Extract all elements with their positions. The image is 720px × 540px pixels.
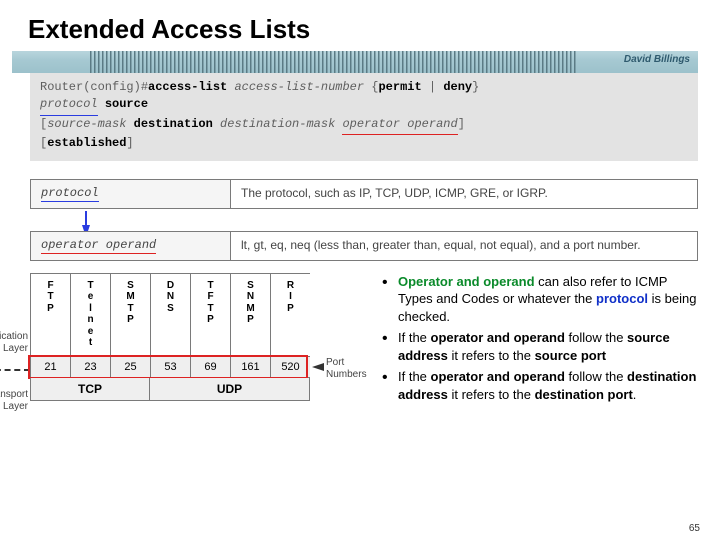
col-hdr: S N M P — [244, 274, 256, 356]
ports-col: T F T P 69 — [190, 273, 230, 378]
ports-col: S M T P 25 — [110, 273, 150, 378]
page-number: 65 — [689, 523, 700, 534]
ports-col: R I P 520 — [270, 273, 310, 378]
syntax-line-3: [source-mask destination destination-mas… — [40, 116, 688, 135]
dashed-divider — [0, 369, 30, 371]
operator-desc: lt, gt, eq, neq (less than, greater than… — [230, 231, 698, 261]
port-num: 69 — [191, 356, 230, 377]
col-hdr: R I P — [285, 274, 296, 356]
title-divider: David Billings — [12, 51, 698, 73]
udp-label: UDP — [150, 378, 310, 401]
tcp-label: TCP — [30, 378, 150, 401]
app-layer-label: Application Layer — [0, 331, 28, 355]
port-num: 25 — [111, 356, 150, 377]
ports-col: T e l n e t 23 — [70, 273, 110, 378]
port-num: 520 — [271, 356, 310, 377]
ports-col: D N S 53 — [150, 273, 190, 378]
syntax-panel: Router(config)#access-list access-list-n… — [30, 73, 698, 161]
trans-layer-label: Transport Layer — [0, 389, 28, 413]
port-num: 23 — [71, 356, 110, 377]
arrow-left-icon — [312, 363, 324, 371]
port-num: 161 — [231, 356, 270, 377]
lower-section: Application Layer Transport Layer F T P … — [30, 273, 704, 408]
bullet-list: Operator and operand can also refer to I… — [380, 273, 704, 408]
port-num: 53 — [151, 356, 190, 377]
ports-panel: Application Layer Transport Layer F T P … — [30, 273, 370, 401]
protocol-desc: The protocol, such as IP, TCP, UDP, ICMP… — [230, 179, 698, 209]
divider-stripes — [90, 51, 578, 73]
syntax-line-2: protocol source — [40, 96, 688, 115]
ports-col: S N M P 161 — [230, 273, 270, 378]
col-hdr: T F T P — [205, 274, 216, 356]
bullet-3: If the operator and operand follow the d… — [398, 368, 704, 403]
bullet-2: If the operator and operand follow the s… — [398, 329, 704, 364]
col-hdr: S M T P — [124, 274, 136, 356]
col-hdr: D N S — [165, 274, 176, 356]
slide-title: Extended Access Lists — [0, 0, 720, 51]
bullet-1: Operator and operand can also refer to I… — [398, 273, 704, 326]
protocol-term: protocol — [30, 179, 230, 209]
protocol-info-row: protocol The protocol, such as IP, TCP, … — [30, 179, 698, 209]
ports-col: F T P 21 — [30, 273, 70, 378]
author-label: David Billings — [624, 54, 690, 65]
proto-row: TCP UDP — [30, 378, 370, 401]
col-hdr: T e l n e t — [85, 274, 95, 356]
port-num: 21 — [31, 356, 70, 377]
col-hdr: F T P — [45, 274, 56, 356]
syntax-line-4: [established] — [40, 135, 688, 152]
operator-info-row: operator operand lt, gt, eq, neq (less t… — [30, 231, 698, 261]
operator-term: operator operand — [30, 231, 230, 261]
syntax-line-1: Router(config)#access-list access-list-n… — [40, 79, 688, 96]
